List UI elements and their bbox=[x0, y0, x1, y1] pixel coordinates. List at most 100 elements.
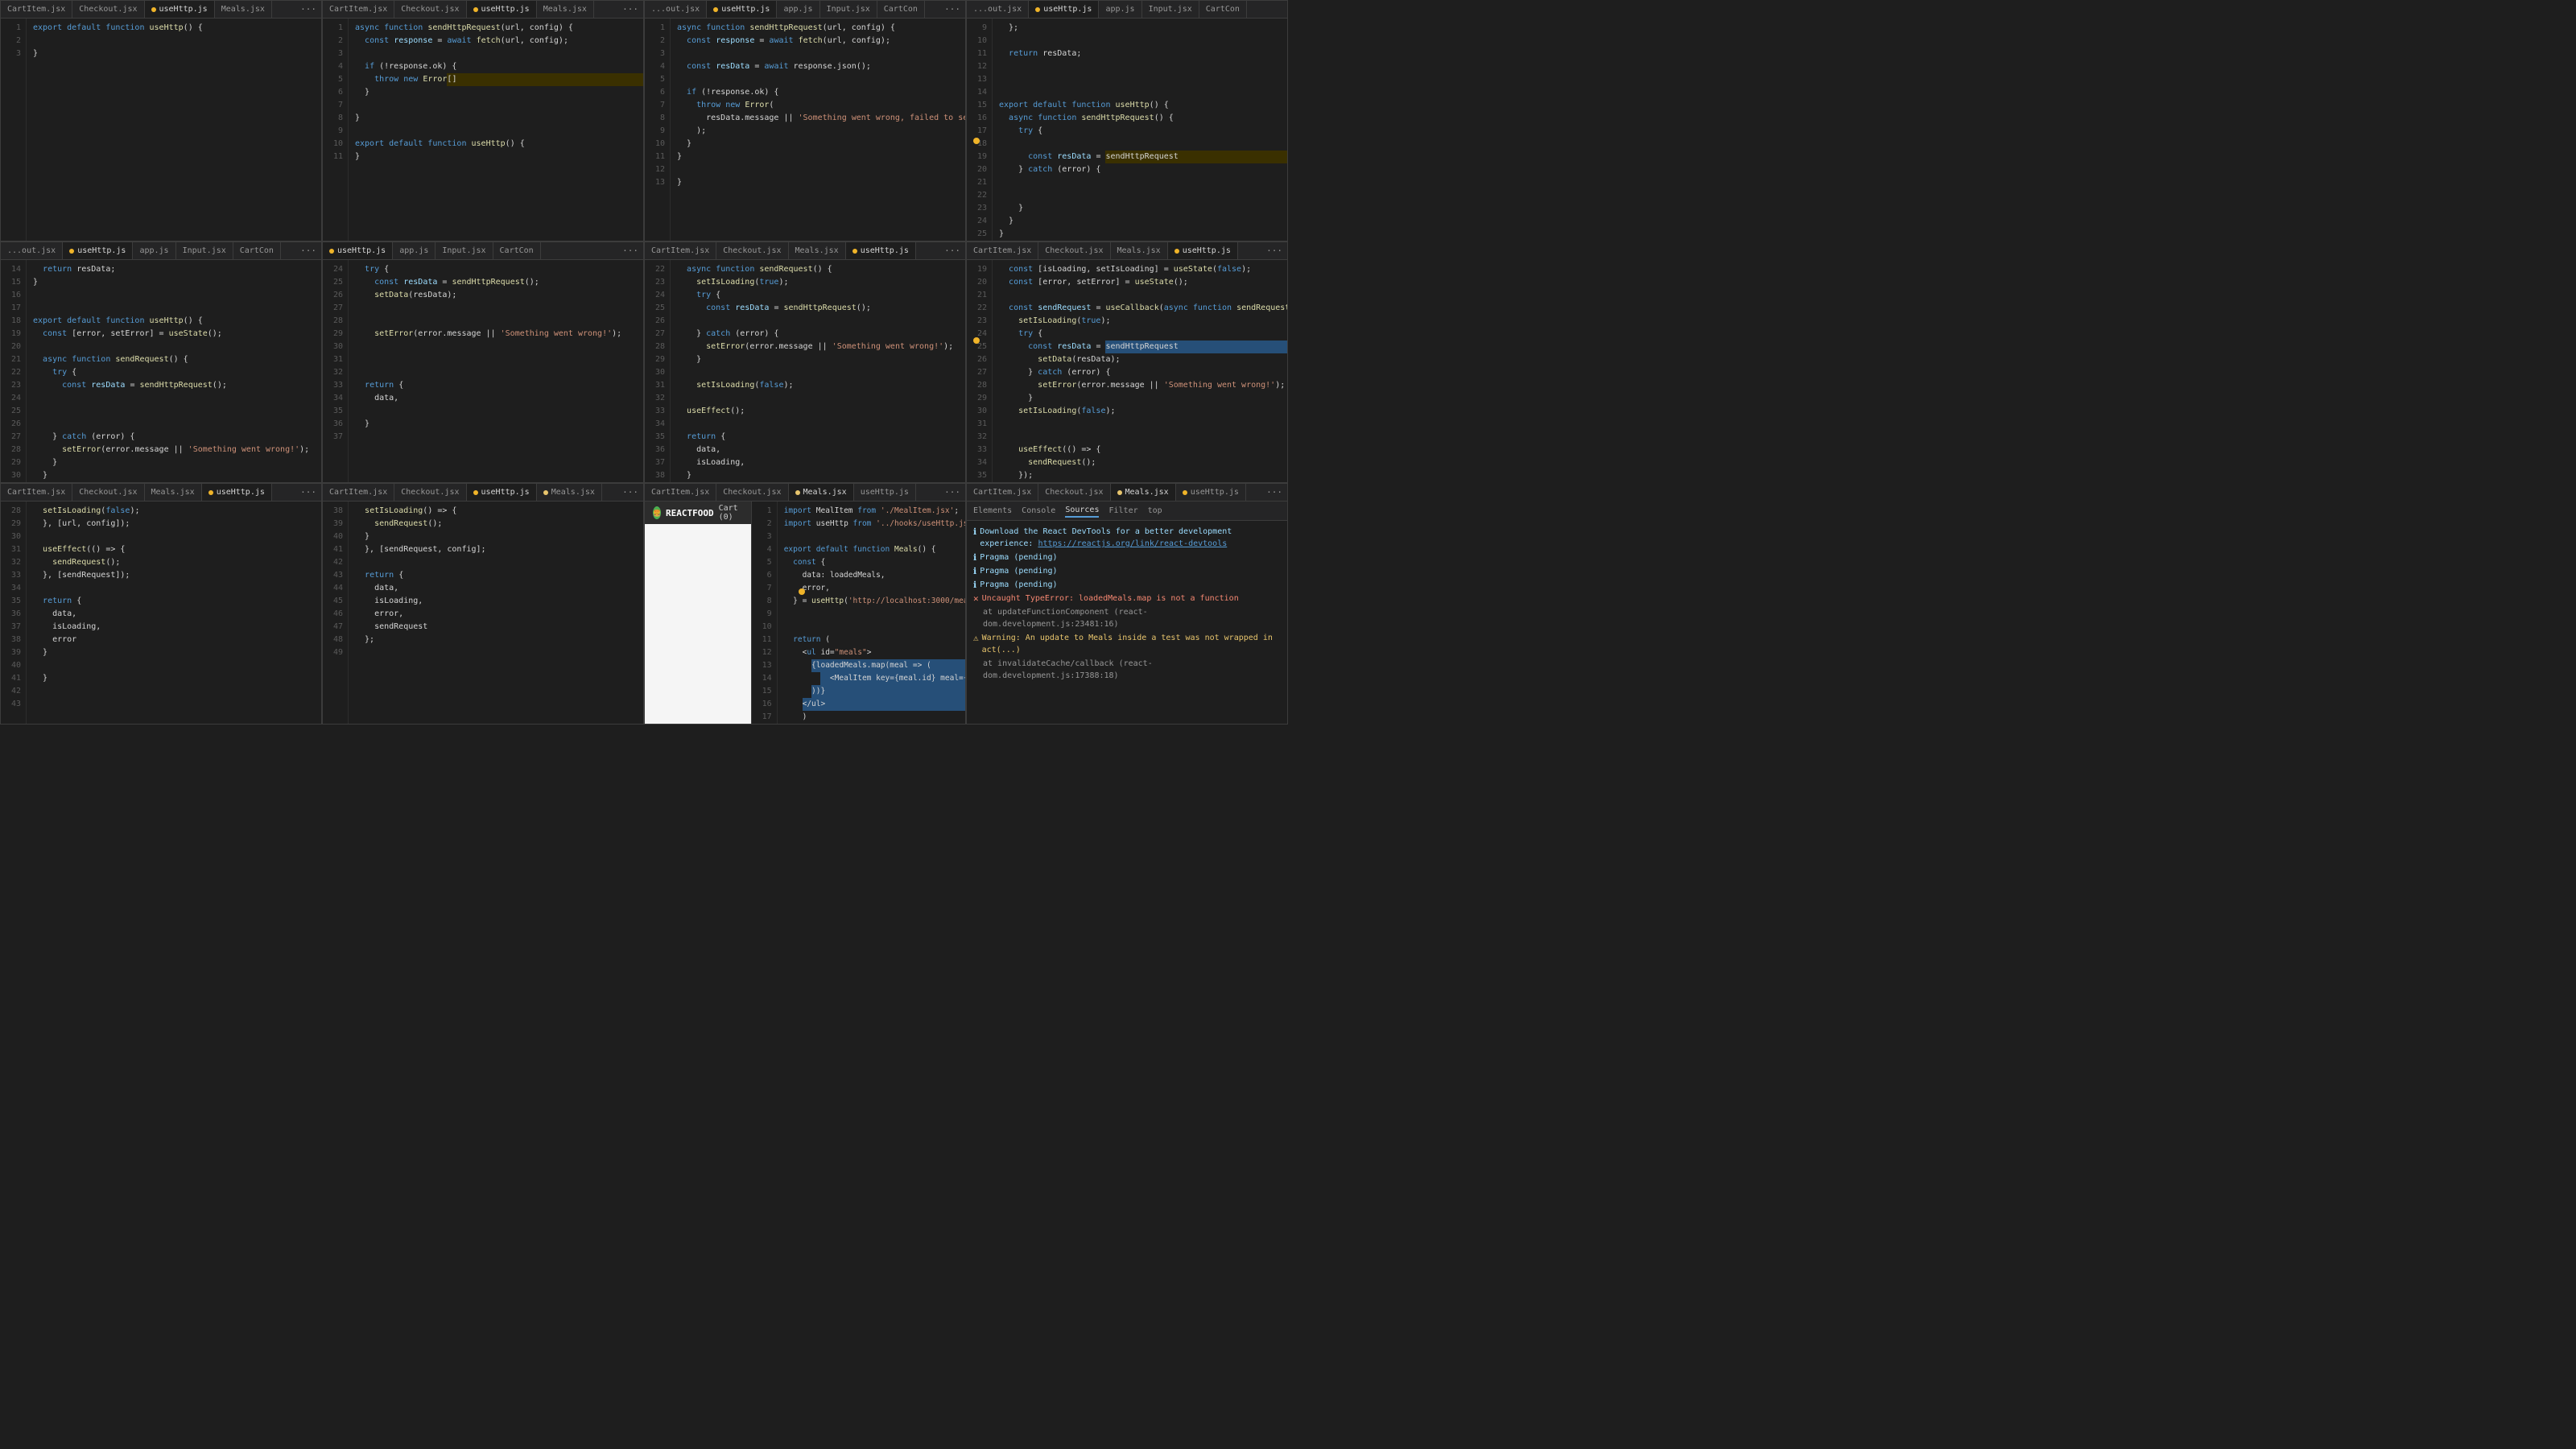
tab-checkout[interactable]: Checkout.jsx bbox=[716, 484, 788, 501]
tab-usehttp[interactable]: useHttp.js bbox=[1168, 242, 1238, 259]
tab-cartcon[interactable]: CartCon bbox=[493, 242, 541, 259]
tab-usehttp[interactable]: useHttp.js bbox=[846, 242, 916, 259]
tab-usehttp[interactable]: useHttp.js bbox=[202, 484, 272, 501]
code-content: }; return resData; export default functi… bbox=[993, 19, 1287, 241]
tab-cartitem[interactable]: CartItem.jsx bbox=[967, 484, 1038, 501]
tab-input[interactable]: Input.jsx bbox=[820, 1, 877, 18]
tab-overflow[interactable]: ··· bbox=[295, 246, 321, 256]
pane-top-2: CartItem.jsx Checkout.jsx useHttp.js Mea… bbox=[322, 0, 644, 242]
tab-overflow[interactable]: ··· bbox=[617, 487, 643, 497]
tab-cartitem[interactable]: CartItem.jsx bbox=[323, 1, 394, 18]
tab-meals[interactable]: Meals.jsx bbox=[215, 1, 272, 18]
devtools-tab-filter[interactable]: Filter bbox=[1108, 505, 1137, 517]
tab-meals[interactable]: Meals.jsx bbox=[537, 484, 602, 501]
tab-dot bbox=[151, 7, 156, 12]
tab-label: Meals.jsx bbox=[551, 488, 595, 497]
devtools-tab-console[interactable]: Console bbox=[1022, 505, 1055, 517]
tab-overflow[interactable]: ··· bbox=[1261, 487, 1287, 497]
tab-cartitem[interactable]: CartItem.jsx bbox=[1, 1, 72, 18]
tab-dot bbox=[1117, 490, 1122, 495]
code-content: return resData; } export default functio… bbox=[27, 260, 321, 482]
code-area: 12345678910111213 async function sendHtt… bbox=[645, 19, 965, 241]
tab-dot bbox=[208, 490, 213, 495]
tab-checkout[interactable]: Checkout.jsx bbox=[72, 484, 144, 501]
info-icon: ℹ bbox=[973, 565, 976, 577]
tab-meals[interactable]: Meals.jsx bbox=[1111, 242, 1168, 259]
tab-overflow[interactable]: ··· bbox=[939, 4, 965, 14]
console-text: Pragma (pending) bbox=[980, 551, 1057, 564]
devtools-tab-sources[interactable]: Sources bbox=[1065, 504, 1099, 518]
tab-cartitem[interactable]: CartItem.jsx bbox=[645, 242, 716, 259]
tab-appjs[interactable]: app.js bbox=[777, 1, 819, 18]
tab-out[interactable]: ...out.jsx bbox=[645, 1, 707, 18]
pane-top-4: ...out.jsx useHttp.js app.js Input.jsx C… bbox=[966, 0, 1288, 242]
tab-label: Input.jsx bbox=[1149, 5, 1192, 14]
tab-checkout[interactable]: Checkout.jsx bbox=[72, 1, 144, 18]
tab-appjs[interactable]: app.js bbox=[1099, 1, 1141, 18]
react-devtools-link[interactable]: https://reactjs.org/link/react-devtools bbox=[1038, 539, 1227, 548]
devtools-tab-top[interactable]: top bbox=[1148, 505, 1162, 517]
line-numbers: 383940414243444546474849 bbox=[323, 502, 349, 724]
tab-meals[interactable]: Meals.jsx bbox=[789, 484, 854, 501]
tab-checkout[interactable]: Checkout.jsx bbox=[1038, 242, 1110, 259]
line-numbers: 1415161718192021222324252627282930 bbox=[1, 260, 27, 482]
tab-usehttp[interactable]: useHttp.js bbox=[323, 242, 393, 259]
tab-overflow[interactable]: ··· bbox=[617, 246, 643, 256]
tab-checkout[interactable]: Checkout.jsx bbox=[716, 242, 788, 259]
tab-overflow[interactable]: ··· bbox=[1261, 246, 1287, 256]
console-text: Pragma (pending) bbox=[980, 565, 1057, 577]
tab-usehttp[interactable]: useHttp.js bbox=[63, 242, 133, 259]
tab-cartitem[interactable]: CartItem.jsx bbox=[323, 484, 394, 501]
tab-meals[interactable]: Meals.jsx bbox=[789, 242, 846, 259]
tab-out[interactable]: ...out.jsx bbox=[967, 1, 1029, 18]
tab-bar: CartItem.jsx Checkout.jsx useHttp.js Mea… bbox=[1, 1, 321, 19]
tab-input[interactable]: Input.jsx bbox=[1142, 1, 1199, 18]
tab-out[interactable]: ...out.jsx bbox=[1, 242, 63, 259]
tab-label: ...out.jsx bbox=[7, 246, 56, 255]
tab-dot bbox=[543, 490, 548, 495]
code-content: setIsLoading(false); }, [url, config]); … bbox=[27, 502, 321, 724]
line-numbers: 123456789101112131415161718 bbox=[752, 502, 778, 724]
tab-label: CartItem.jsx bbox=[973, 488, 1031, 497]
tab-overflow[interactable]: ··· bbox=[939, 246, 965, 256]
tab-label: useHttp.js bbox=[481, 488, 530, 497]
tab-input[interactable]: Input.jsx bbox=[436, 242, 493, 259]
tab-input[interactable]: Input.jsx bbox=[176, 242, 233, 259]
tab-label: CartCon bbox=[240, 246, 274, 255]
tab-appjs[interactable]: app.js bbox=[393, 242, 436, 259]
tab-cartcon[interactable]: CartCon bbox=[233, 242, 281, 259]
code-area: 2425262728293031323334353637 try { const… bbox=[323, 260, 643, 482]
breakpoint-indicator-2 bbox=[973, 337, 980, 344]
tab-appjs[interactable]: app.js bbox=[133, 242, 175, 259]
tab-usehttp[interactable]: useHttp.js bbox=[467, 484, 537, 501]
tab-usehttp[interactable]: useHttp.js bbox=[1176, 484, 1246, 501]
tab-usehttp[interactable]: useHttp.js bbox=[854, 484, 916, 501]
tab-cartitem[interactable]: CartItem.jsx bbox=[645, 484, 716, 501]
tab-usehttp[interactable]: useHttp.js bbox=[707, 1, 777, 18]
tab-cartitem[interactable]: CartItem.jsx bbox=[1, 484, 72, 501]
tab-bar: CartItem.jsx Checkout.jsx useHttp.js Mea… bbox=[323, 484, 643, 502]
tab-checkout[interactable]: Checkout.jsx bbox=[394, 1, 466, 18]
tab-meals[interactable]: Meals.jsx bbox=[145, 484, 202, 501]
tab-overflow[interactable]: ··· bbox=[295, 487, 321, 497]
tab-usehttp[interactable]: useHttp.js bbox=[1029, 1, 1099, 18]
tab-checkout[interactable]: Checkout.jsx bbox=[1038, 484, 1110, 501]
tab-cartitem[interactable]: CartItem.jsx bbox=[967, 242, 1038, 259]
cart-button[interactable]: Cart (0) bbox=[719, 504, 743, 522]
tab-dot bbox=[1035, 7, 1040, 12]
devtools-tab-elements[interactable]: Elements bbox=[973, 505, 1012, 517]
tab-cartcon[interactable]: CartCon bbox=[1199, 1, 1247, 18]
tab-cartcon[interactable]: CartCon bbox=[877, 1, 925, 18]
tab-label: useHttp.js bbox=[1183, 246, 1231, 255]
tab-label: CartItem.jsx bbox=[651, 488, 709, 497]
tab-overflow[interactable]: ··· bbox=[617, 4, 643, 14]
tab-usehttp[interactable]: useHttp.js bbox=[145, 1, 215, 18]
tab-overflow[interactable]: ··· bbox=[939, 487, 965, 497]
console-entry-3: ℹ Pragma (pending) bbox=[973, 565, 1281, 577]
tab-usehttp[interactable]: useHttp.js bbox=[467, 1, 537, 18]
tab-meals[interactable]: Meals.jsx bbox=[1111, 484, 1176, 501]
tab-checkout[interactable]: Checkout.jsx bbox=[394, 484, 466, 501]
tab-overflow[interactable]: ··· bbox=[295, 4, 321, 14]
tab-meals[interactable]: Meals.jsx bbox=[537, 1, 594, 18]
tab-label: useHttp.js bbox=[77, 246, 126, 255]
